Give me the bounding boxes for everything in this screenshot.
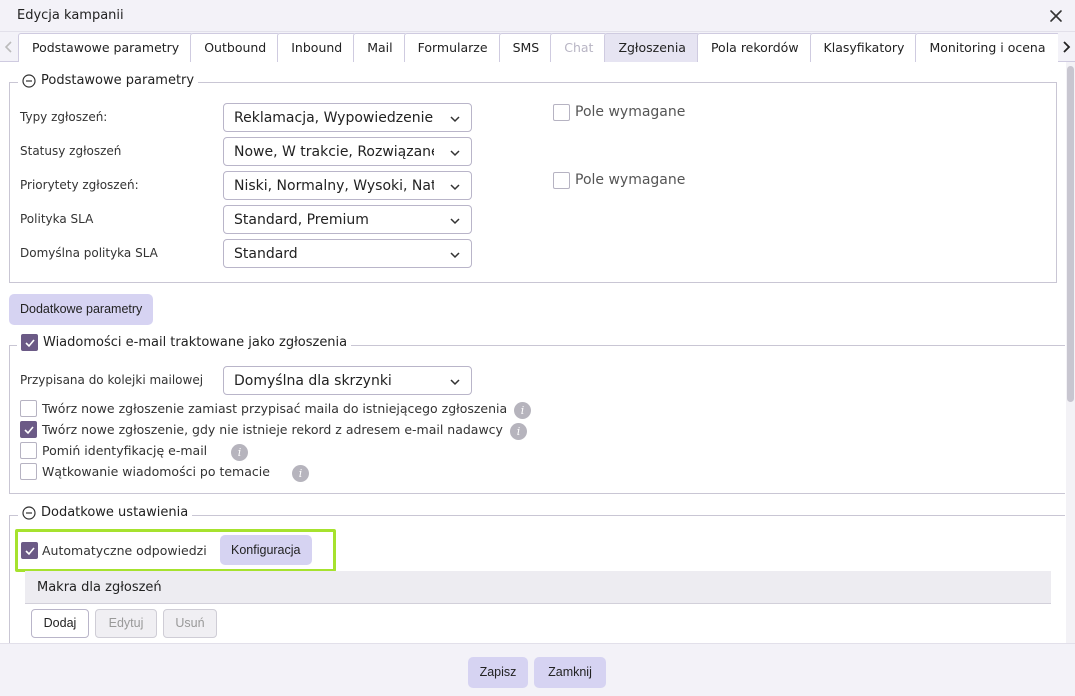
- chevron-down-icon: [450, 379, 460, 386]
- macros-header-label: Makra dla zgłoszeń: [37, 580, 162, 595]
- option-new-ticket-instead-label: Twórz nowe zgłoszenie zamiast przypisać …: [42, 401, 508, 416]
- option-skip-email-id-checkbox[interactable]: [20, 442, 37, 459]
- required-checkbox-2[interactable]: [553, 172, 570, 189]
- email-legend: Wiadomości e-mail traktowane jako zgłosz…: [17, 334, 352, 351]
- collapse-icon[interactable]: [22, 505, 36, 520]
- default-sla-label: Domyślna polityka SLA: [20, 246, 158, 260]
- basic-params-legend: Podstawowe parametry: [18, 73, 199, 88]
- ticket-types-value: Reklamacja, Wypowiedzenie: [234, 110, 434, 126]
- option-new-ticket-instead-checkbox[interactable]: [20, 400, 37, 417]
- ticket-statuses-value: Nowe, W trakcie, Rozwiązane: [234, 144, 434, 160]
- tab-bar: Podstawowe parametry Outbound Inbound Mail F…: [0, 32, 1075, 62]
- scrollbar-thumb[interactable]: [1067, 66, 1074, 402]
- close-icon[interactable]: [1045, 5, 1067, 27]
- sla-policy-select[interactable]: Standard, Premium: [223, 205, 472, 234]
- extra-params-button[interactable]: Dodatkowe parametry: [9, 294, 154, 325]
- required-label-2: Pole wymagane: [575, 172, 686, 188]
- additional-settings-title: Dodatkowe ustawienia: [41, 505, 189, 520]
- tab-outbound[interactable]: Outbound: [190, 33, 281, 62]
- auto-reply-checkbox[interactable]: [21, 542, 38, 559]
- chevron-down-icon: [450, 218, 460, 225]
- delete-macro-button[interactable]: Usuń: [163, 609, 217, 638]
- info-icon[interactable]: i: [292, 465, 309, 482]
- ticket-types-select[interactable]: Reklamacja, Wypowiedzenie: [223, 103, 472, 132]
- tab-pola-rekordów[interactable]: Pola rekordów: [696, 33, 813, 62]
- auto-reply-label: Automatyczne odpowiedzi: [42, 543, 207, 558]
- tab-content: Podstawowe parametry Typy zgłoszeń: Rekl…: [0, 62, 1065, 643]
- tab-zgłoszenia[interactable]: Zgłoszenia: [604, 33, 700, 62]
- option-threading-checkbox[interactable]: [20, 463, 37, 480]
- required-label-1: Pole wymagane: [575, 104, 686, 120]
- ticket-priorities-select[interactable]: Niski, Normalny, Wysoki, Natychmiastowy: [223, 171, 472, 200]
- ticket-priorities-label: Priorytety zgłoszeń:: [20, 178, 139, 192]
- ticket-statuses-select[interactable]: Nowe, W trakcie, Rozwiązane: [223, 137, 472, 166]
- info-icon[interactable]: i: [510, 423, 527, 440]
- queue-value: Domyślna dla skrzynki: [234, 373, 392, 389]
- info-icon[interactable]: i: [231, 444, 248, 461]
- basic-params-title: Podstawowe parametry: [41, 73, 195, 88]
- tab-inbound[interactable]: Inbound: [277, 33, 357, 62]
- vertical-scrollbar[interactable]: [1066, 62, 1075, 643]
- sla-policy-label: Polityka SLA: [20, 212, 94, 226]
- config-button[interactable]: Konfiguracja: [220, 535, 312, 565]
- add-macro-button[interactable]: Dodaj: [31, 609, 89, 638]
- ticket-types-label: Typy zgłoszeń:: [20, 110, 108, 124]
- dialog-footer: Zapisz Zamknij: [0, 643, 1075, 696]
- ticket-priorities-value: Niski, Normalny, Wysoki, Natychmiastowy: [234, 178, 434, 194]
- required-checkbox-1[interactable]: [553, 104, 570, 121]
- edit-macro-button[interactable]: Edytuj: [95, 609, 157, 638]
- additional-settings-legend: Dodatkowe ustawienia: [18, 505, 193, 520]
- tabs: Podstawowe parametry Outbound Inbound Mail F…: [18, 33, 1058, 62]
- queue-select[interactable]: Domyślna dla skrzynki: [223, 366, 472, 395]
- close-button[interactable]: Zamknij: [534, 657, 606, 688]
- tab-chat: Chat: [550, 33, 608, 62]
- collapse-icon[interactable]: [22, 73, 36, 88]
- tab-klasyfikatory[interactable]: Klasyfikatory: [809, 33, 919, 62]
- chevron-down-icon: [450, 150, 460, 157]
- tab-podstawowe-parametry[interactable]: Podstawowe parametry: [18, 33, 194, 62]
- title-bar: Edycja kampanii: [0, 0, 1075, 32]
- default-sla-select[interactable]: Standard: [223, 239, 472, 268]
- save-button[interactable]: Zapisz: [468, 657, 528, 688]
- option-new-ticket-no-record-label: Twórz nowe zgłoszenie, gdy nie istnieje …: [42, 422, 503, 437]
- tab-scroll-right-icon[interactable]: [1058, 34, 1074, 60]
- ticket-statuses-label: Statusy zgłoszeń: [20, 144, 122, 158]
- option-skip-email-id-label: Pomiń identyfikację e-mail: [42, 443, 208, 458]
- sla-policy-value: Standard, Premium: [234, 212, 369, 228]
- window-title: Edycja kampanii: [17, 8, 124, 23]
- chevron-down-icon: [450, 252, 460, 259]
- info-icon[interactable]: i: [514, 402, 531, 419]
- email-as-ticket-checkbox[interactable]: [21, 334, 38, 351]
- tab-formularze[interactable]: Formularze: [403, 33, 502, 62]
- tab-scroll-left-icon[interactable]: [1, 34, 17, 60]
- basic-params-fieldset: [9, 82, 1057, 283]
- default-sla-value: Standard: [234, 246, 298, 262]
- option-new-ticket-no-record-checkbox[interactable]: [20, 421, 37, 438]
- email-as-ticket-label: Wiadomości e-mail traktowane jako zgłosz…: [43, 335, 348, 350]
- chevron-down-icon: [450, 184, 460, 191]
- tab-monitoring-i-ocena[interactable]: Monitoring i ocena: [915, 33, 1058, 62]
- tab-sms[interactable]: SMS: [498, 33, 554, 62]
- option-threading-label: Wątkowanie wiadomości po temacie: [42, 464, 270, 479]
- macros-grid-header: Makra dla zgłoszeń: [25, 571, 1051, 604]
- queue-label: Przypisana do kolejki mailowej: [20, 373, 204, 387]
- chevron-down-icon: [450, 116, 460, 123]
- tab-mail[interactable]: Mail: [353, 33, 407, 62]
